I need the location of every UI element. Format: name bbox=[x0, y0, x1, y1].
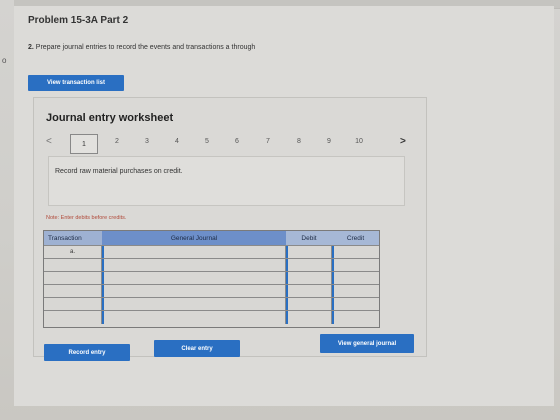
table-row: a. bbox=[44, 245, 379, 259]
header-general-journal: General Journal bbox=[102, 231, 286, 245]
table-row bbox=[44, 271, 379, 285]
chevron-left-icon[interactable]: < bbox=[46, 136, 52, 147]
page-tab-10[interactable]: 10 bbox=[352, 138, 366, 145]
page-navigator: < 1 2 3 4 5 6 7 8 9 10 > bbox=[34, 134, 426, 154]
debit-input[interactable] bbox=[286, 311, 332, 324]
problem-title: Problem 15-3A Part 2 bbox=[28, 15, 129, 26]
header-transaction: Transaction bbox=[44, 231, 102, 245]
table-row bbox=[44, 310, 379, 324]
transaction-description: Record raw material purchases on credit. bbox=[55, 168, 183, 175]
page-tab-6[interactable]: 6 bbox=[230, 138, 244, 145]
page-tab-4[interactable]: 4 bbox=[170, 138, 184, 145]
page-tab-3[interactable]: 3 bbox=[140, 138, 154, 145]
page-tab-8[interactable]: 8 bbox=[292, 138, 306, 145]
credit-input[interactable] bbox=[332, 311, 379, 324]
transaction-description-box: Record raw material purchases on credit. bbox=[48, 156, 405, 206]
chevron-right-icon[interactable]: > bbox=[400, 136, 406, 147]
edge-mark: o bbox=[2, 56, 7, 65]
page-tab-7[interactable]: 7 bbox=[261, 138, 275, 145]
instruction-number: 2. bbox=[28, 44, 34, 51]
instruction: 2. Prepare journal entries to record the… bbox=[28, 44, 255, 51]
table-row bbox=[44, 297, 379, 311]
page-tab-9[interactable]: 9 bbox=[322, 138, 336, 145]
view-general-journal-button[interactable]: View general journal bbox=[320, 334, 414, 353]
worksheet-title: Journal entry worksheet bbox=[46, 112, 174, 124]
debits-before-credits-note: Note: Enter debits before credits. bbox=[46, 215, 127, 221]
journal-table: Transaction General Journal Debit Credit… bbox=[43, 230, 380, 328]
instruction-text: Prepare journal entries to record the ev… bbox=[35, 44, 256, 51]
page-tab-2[interactable]: 2 bbox=[110, 138, 124, 145]
header-credit: Credit bbox=[332, 231, 379, 245]
record-entry-button[interactable]: Record entry bbox=[44, 344, 130, 361]
header-debit: Debit bbox=[286, 231, 332, 245]
page-tab-1[interactable]: 1 bbox=[70, 134, 98, 154]
page-tab-5[interactable]: 5 bbox=[200, 138, 214, 145]
journal-entry-worksheet: Journal entry worksheet < 1 2 3 4 5 6 7 … bbox=[33, 97, 427, 357]
clear-entry-button[interactable]: Clear entry bbox=[154, 340, 240, 357]
table-row bbox=[44, 284, 379, 298]
view-transaction-list-button[interactable]: View transaction list bbox=[28, 75, 124, 91]
table-row bbox=[44, 258, 379, 272]
account-input[interactable] bbox=[102, 311, 286, 324]
transaction-cell bbox=[44, 311, 102, 324]
